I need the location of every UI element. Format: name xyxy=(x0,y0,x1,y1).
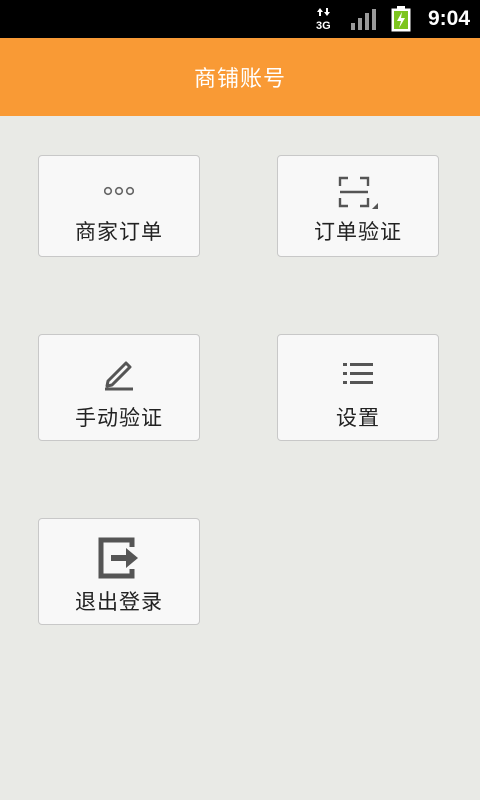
logout-label: 退出登录 xyxy=(75,590,163,614)
header-bar: 商铺账号 xyxy=(0,38,480,116)
order-verify-button[interactable]: 订单验证 xyxy=(277,155,439,257)
settings-button[interactable]: 设置 xyxy=(277,334,439,441)
manual-verify-button[interactable]: 手动验证 xyxy=(38,334,200,441)
battery-charging-icon xyxy=(391,6,411,32)
page-title: 商铺账号 xyxy=(193,67,286,92)
status-bar: 3G 9:04 xyxy=(0,0,480,38)
merchant-orders-button[interactable]: 商家订单 xyxy=(38,155,200,257)
merchant-orders-label: 商家订单 xyxy=(75,220,163,244)
svg-text:3G: 3G xyxy=(316,20,331,31)
logout-button[interactable]: 退出登录 xyxy=(38,518,200,625)
list-icon xyxy=(343,363,373,384)
settings-label: 设置 xyxy=(336,406,380,430)
pencil-edit-icon xyxy=(105,361,133,391)
clock: 9:04 xyxy=(427,7,470,30)
logout-exit-icon xyxy=(98,537,138,579)
signal-strength-icon xyxy=(351,9,376,30)
manual-verify-label: 手动验证 xyxy=(75,406,163,430)
more-dots-icon xyxy=(104,186,134,196)
data-transfer-icon: 3G xyxy=(316,8,331,31)
order-verify-label: 订单验证 xyxy=(314,220,402,244)
scan-frame-icon xyxy=(338,176,378,209)
